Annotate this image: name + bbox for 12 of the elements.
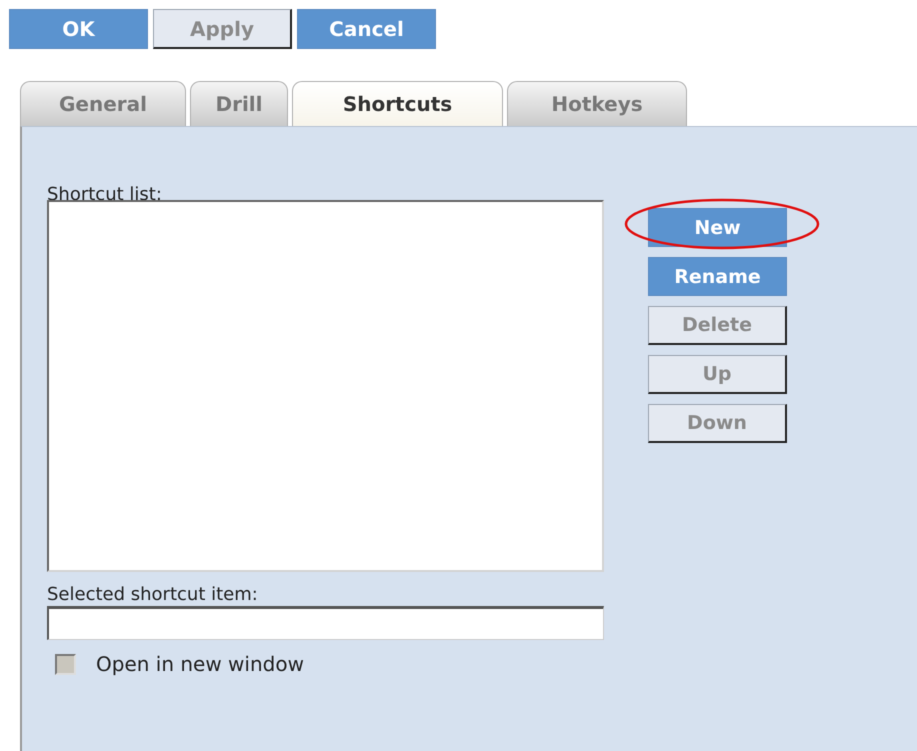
tab[interactable]: Hotkeys	[507, 81, 687, 126]
ok-button[interactable]: OK	[9, 9, 148, 49]
tab[interactable]: Drill	[190, 81, 288, 126]
new-button[interactable]: New	[648, 208, 787, 247]
shortcut-list-label: Shortcut list:	[47, 184, 163, 206]
selected-item-field[interactable]	[47, 606, 604, 640]
tab[interactable]: Shortcuts	[292, 81, 503, 126]
selected-item-label: Selected shortcut item:	[47, 584, 259, 606]
rename-button[interactable]: Rename	[648, 257, 787, 296]
tab[interactable]: General	[20, 81, 186, 126]
cancel-button[interactable]: Cancel	[297, 9, 436, 49]
checkbox-label: Open in new window	[96, 652, 304, 676]
